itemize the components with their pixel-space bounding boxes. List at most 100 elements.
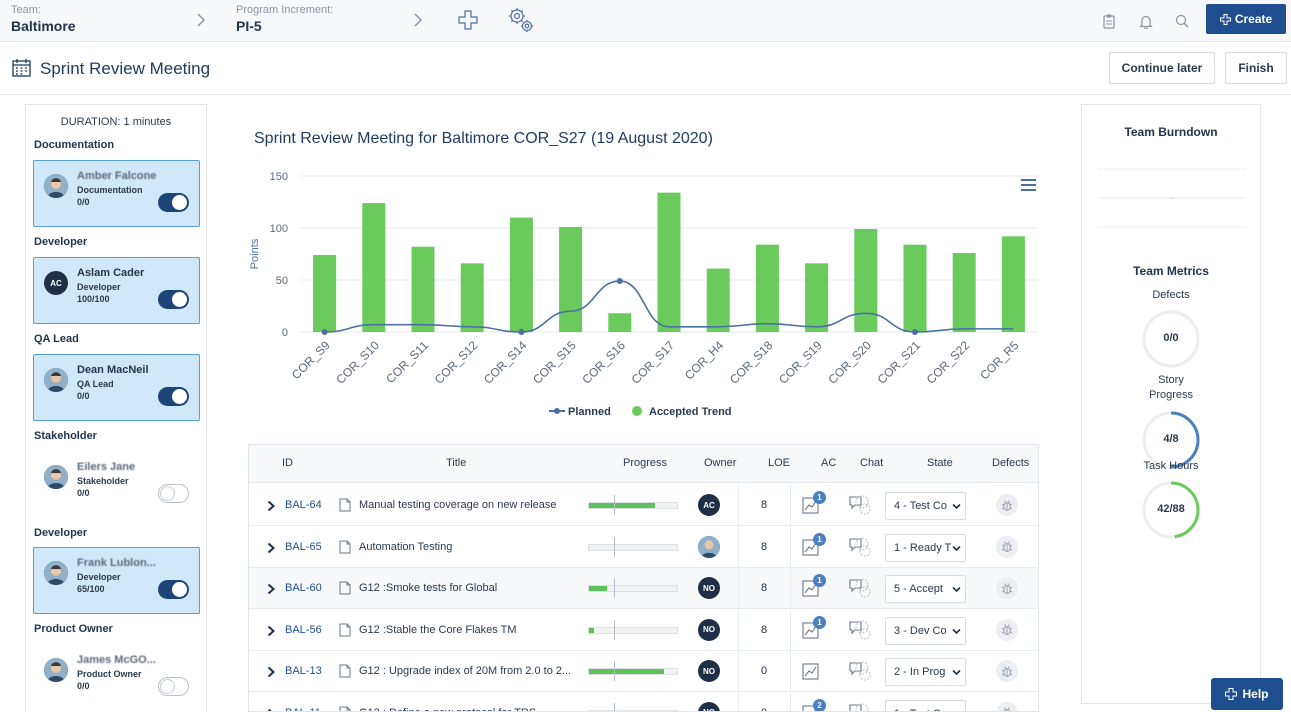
expand-chevron-icon[interactable] <box>267 666 275 678</box>
attendance-toggle[interactable] <box>158 290 189 309</box>
member-card[interactable]: AC Aslam Cader Developer 100/100 <box>33 257 200 324</box>
col-header-title[interactable]: Title <box>446 457 466 469</box>
owner-avatar[interactable]: NO <box>698 701 720 711</box>
member-card[interactable]: Amber Falcone Documentation 0/0 <box>33 160 200 227</box>
story-id-link[interactable]: BAL-13 <box>285 665 322 677</box>
bug-icon[interactable] <box>996 618 1018 641</box>
col-header-progress[interactable]: Progress <box>623 457 667 469</box>
chevron-right-icon[interactable] <box>413 12 423 28</box>
owner-avatar[interactable] <box>698 535 720 558</box>
progress-bar <box>588 502 678 509</box>
owner-avatar[interactable]: NO <box>698 618 720 641</box>
bug-icon[interactable] <box>996 535 1018 558</box>
role-title: QA Lead <box>34 333 79 345</box>
column-divider <box>790 485 791 526</box>
chat-icon[interactable] <box>847 618 873 647</box>
story-title[interactable]: Automation Testing <box>359 541 585 553</box>
continue-later-button[interactable]: Continue later <box>1109 52 1215 84</box>
story-id-link[interactable]: BAL-65 <box>285 541 322 553</box>
pi-selector[interactable]: Program Increment: PI-5 <box>236 4 333 34</box>
col-header-id[interactable]: ID <box>282 457 293 469</box>
story-id-link[interactable]: BAL-56 <box>285 624 322 636</box>
x-tick-label: COR_S12 <box>432 338 481 387</box>
expand-chevron-icon[interactable] <box>267 500 275 512</box>
attendance-toggle[interactable] <box>158 193 189 212</box>
story-title[interactable]: G12 : Upgrade index of 20M from 2.0 to 2… <box>359 665 585 677</box>
expand-chevron-icon[interactable] <box>267 708 275 712</box>
table-row[interactable]: BAL-60 G12 :Smoke tests for Global NO 8 1 5 -… <box>249 568 1038 609</box>
create-button[interactable]: Create <box>1206 4 1286 34</box>
chat-icon[interactable] <box>847 576 873 605</box>
story-id-link[interactable]: BAL-11 <box>285 707 321 712</box>
chevron-right-icon[interactable] <box>196 12 206 28</box>
search-icon[interactable] <box>1169 8 1195 34</box>
story-title[interactable]: G12 : Define a new protocol for TRS <box>359 707 585 712</box>
chat-icon[interactable] <box>847 701 873 711</box>
expand-chevron-icon[interactable] <box>267 583 275 595</box>
table-row[interactable]: BAL-65 Automation Testing 8 1 1 - Ready T <box>249 526 1038 568</box>
owner-avatar[interactable]: NO <box>698 577 720 599</box>
y-tick-label: 50 <box>276 275 288 287</box>
state-select[interactable]: 1 - Test Co <box>885 699 966 711</box>
acceptance-criteria-icon[interactable]: 2 <box>802 698 826 711</box>
bell-icon[interactable] <box>1133 8 1159 34</box>
clipboard-icon[interactable] <box>1096 8 1122 34</box>
col-header-loe[interactable]: LOE <box>768 457 790 469</box>
attendance-toggle[interactable] <box>158 580 189 599</box>
expand-chevron-icon[interactable] <box>267 625 275 637</box>
add-icon[interactable] <box>458 10 478 30</box>
member-score: 100/100 <box>77 294 110 304</box>
acceptance-criteria-icon[interactable]: 1 <box>802 532 826 562</box>
acceptance-criteria-icon[interactable] <box>802 659 824 686</box>
acceptance-criteria-icon[interactable]: 1 <box>802 491 826 520</box>
bug-icon[interactable] <box>996 660 1018 682</box>
col-header-owner[interactable]: Owner <box>704 457 736 469</box>
member-card[interactable]: Frank Lublon... Developer 65/100 <box>33 547 200 614</box>
state-select[interactable]: 1 - Ready T <box>885 533 966 562</box>
chart-menu-icon[interactable] <box>1021 179 1036 191</box>
bug-icon[interactable] <box>996 701 1018 711</box>
attendance-toggle[interactable] <box>158 387 189 406</box>
loe-value: 0 <box>754 707 774 712</box>
col-header-chat[interactable]: Chat <box>860 457 883 469</box>
attendance-toggle[interactable] <box>158 677 189 696</box>
team-selector[interactable]: Team: Baltimore <box>11 4 76 34</box>
state-select[interactable]: 3 - Dev Co <box>885 616 966 645</box>
table-row[interactable]: BAL-56 G12 :Stable the Core Flakes TM NO 8 1… <box>249 609 1038 651</box>
attendance-toggle[interactable] <box>158 484 189 503</box>
expand-chevron-icon[interactable] <box>267 542 275 554</box>
table-row[interactable]: BAL-11 G12 : Define a new protocol for TR… <box>249 692 1038 712</box>
x-tick-label: COR_S11 <box>383 338 431 386</box>
col-header-ac[interactable]: AC <box>821 457 836 469</box>
member-name: Aslam Cader <box>77 267 145 279</box>
table-row[interactable]: BAL-64 Manual testing coverage on new rel… <box>249 485 1038 526</box>
chat-icon[interactable] <box>847 535 873 564</box>
story-title[interactable]: G12 :Smoke tests for Global <box>359 582 585 594</box>
chevron-down-icon <box>952 669 961 676</box>
story-id-link[interactable]: BAL-64 <box>285 499 322 511</box>
member-card[interactable]: Dean MacNeil QA Lead 0/0 <box>33 354 200 421</box>
col-header-state[interactable]: State <box>927 457 953 469</box>
member-card[interactable]: James McGO... Product Owner 0/0 <box>33 644 200 711</box>
state-select[interactable]: 2 - In Prog <box>885 658 966 686</box>
story-progress-label-1: Story <box>1158 374 1184 386</box>
state-select[interactable]: 4 - Test Co <box>885 492 966 520</box>
acceptance-criteria-icon[interactable]: 1 <box>802 574 826 603</box>
col-header-defects[interactable]: Defects <box>992 457 1029 469</box>
story-id-link[interactable]: BAL-60 <box>285 582 322 594</box>
chat-icon[interactable] <box>847 493 873 522</box>
finish-button[interactable]: Finish <box>1225 52 1287 84</box>
member-card[interactable]: Eilers Jane Stakeholder 0/0 <box>33 451 200 518</box>
story-title[interactable]: G12 :Stable the Core Flakes TM <box>359 624 585 636</box>
settings-gears-icon[interactable] <box>506 5 536 35</box>
chat-icon[interactable] <box>847 659 873 688</box>
acceptance-criteria-icon[interactable]: 1 <box>802 615 826 645</box>
owner-avatar[interactable]: AC <box>698 494 720 516</box>
story-title[interactable]: Manual testing coverage on new release <box>359 499 585 511</box>
table-row[interactable]: BAL-13 G12 : Upgrade index of 20M from 2.… <box>249 651 1038 692</box>
help-button[interactable]: Help <box>1211 678 1283 710</box>
state-select[interactable]: 5 - Accept <box>885 575 966 603</box>
owner-avatar[interactable]: NO <box>698 660 720 682</box>
bug-icon[interactable] <box>996 494 1018 516</box>
bug-icon[interactable] <box>996 577 1018 599</box>
